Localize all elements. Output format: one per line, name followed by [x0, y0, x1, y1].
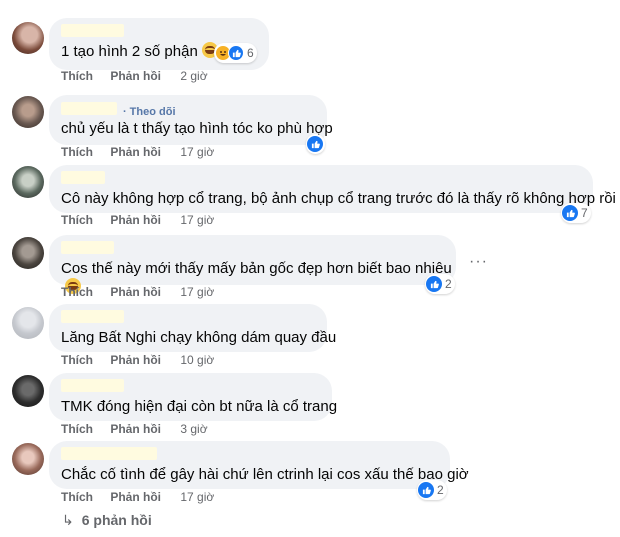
avatar[interactable] [12, 237, 44, 269]
like-button[interactable]: Thích [61, 490, 93, 504]
timestamp[interactable]: 2 giờ [180, 69, 207, 83]
like-button[interactable]: Thích [61, 285, 93, 299]
comment-text: Chắc cố tình để gây hài chứ lên ctrinh l… [61, 466, 469, 483]
reaction-summary[interactable] [306, 134, 325, 154]
avatar[interactable] [12, 375, 44, 407]
comment-actions: Thích Phản hồi 17 giờ [61, 490, 228, 504]
avatar[interactable] [12, 22, 44, 54]
avatar[interactable] [12, 166, 44, 198]
reaction-summary[interactable]: 2 [417, 480, 447, 500]
timestamp[interactable]: 10 giờ [180, 353, 214, 367]
like-button[interactable]: Thích [61, 353, 93, 367]
commenter-name[interactable] [61, 102, 117, 115]
like-reaction-icon [228, 45, 244, 61]
comment-text: TMK đóng hiện đại còn bt nữa là cổ trang [61, 398, 338, 415]
timestamp[interactable]: 3 giờ [180, 422, 207, 436]
reply-button[interactable]: Phản hồi [110, 285, 161, 299]
commenter-name[interactable] [61, 379, 124, 392]
comment-text: Cô này không hợp cổ trang, bộ ảnh chụp c… [61, 190, 616, 207]
comment-text: Cos thế này mới thấy mấy bản gốc đẹp hơn… [61, 260, 452, 277]
timestamp[interactable]: 17 giờ [180, 145, 214, 159]
commenter-name[interactable] [61, 447, 157, 460]
timestamp[interactable]: 17 giờ [180, 213, 214, 227]
reaction-count: 2 [437, 483, 444, 497]
reply-button[interactable]: Phản hồi [110, 353, 161, 367]
comment-bubble: Cô này không hợp cổ trang, bộ ảnh chụp c… [49, 165, 616, 213]
reply-button[interactable]: Phản hồi [110, 145, 161, 159]
reply-arrow-icon: ↳ [62, 512, 74, 528]
reaction-count: 7 [581, 206, 588, 220]
comment-actions: Thích Phản hồi 17 giờ [61, 285, 228, 299]
like-reaction-icon [418, 482, 434, 498]
comment-actions: Thích Phản hồi 3 giờ [61, 422, 222, 436]
reply-button[interactable]: Phản hồi [110, 422, 161, 436]
like-button[interactable]: Thích [61, 422, 93, 436]
timestamp[interactable]: 17 giờ [180, 285, 214, 299]
reaction-count: 2 [445, 277, 452, 291]
reaction-summary[interactable]: 2 [425, 274, 455, 294]
comment-actions: Thích Phản hồi 17 giờ [61, 145, 228, 159]
like-button[interactable]: Thích [61, 213, 93, 227]
avatar[interactable] [12, 96, 44, 128]
timestamp[interactable]: 17 giờ [180, 490, 214, 504]
like-reaction-icon [562, 205, 578, 221]
avatar[interactable] [12, 307, 44, 339]
commenter-name[interactable] [61, 241, 114, 254]
reply-button[interactable]: Phản hồi [110, 213, 161, 227]
like-button[interactable]: Thích [61, 145, 93, 159]
reaction-summary[interactable]: 6 [214, 43, 257, 63]
reply-button[interactable]: Phản hồi [110, 490, 161, 504]
comment-text: chủ yếu là t thấy tạo hình tóc ko phù hợ… [61, 120, 333, 137]
like-button[interactable]: Thích [61, 69, 93, 83]
comment-text: 1 tạo hình 2 số phận [61, 43, 198, 60]
comment-actions: Thích Phản hồi 10 giờ [61, 353, 228, 367]
comment-actions: Thích Phản hồi 2 giờ [61, 69, 222, 83]
view-replies-link[interactable]: ↳ 6 phản hồi [62, 512, 152, 529]
more-dots-icon[interactable]: ··· [469, 253, 488, 271]
commenter-name[interactable] [61, 24, 124, 37]
comment-text: Lăng Bất Nghi chạy không dám quay đầu [61, 329, 337, 346]
commenter-name[interactable] [61, 310, 124, 323]
comment-actions: Thích Phản hồi 17 giờ [61, 213, 228, 227]
like-reaction-icon [307, 136, 323, 152]
avatar[interactable] [12, 443, 44, 475]
like-reaction-icon [426, 276, 442, 292]
reaction-summary[interactable]: 7 [561, 203, 591, 223]
replies-label: 6 phản hồi [81, 512, 152, 528]
commenter-name[interactable] [61, 171, 105, 184]
reply-button[interactable]: Phản hồi [110, 69, 161, 83]
follow-link[interactable]: · Theo dõi [123, 106, 176, 118]
reaction-count: 6 [247, 46, 254, 60]
